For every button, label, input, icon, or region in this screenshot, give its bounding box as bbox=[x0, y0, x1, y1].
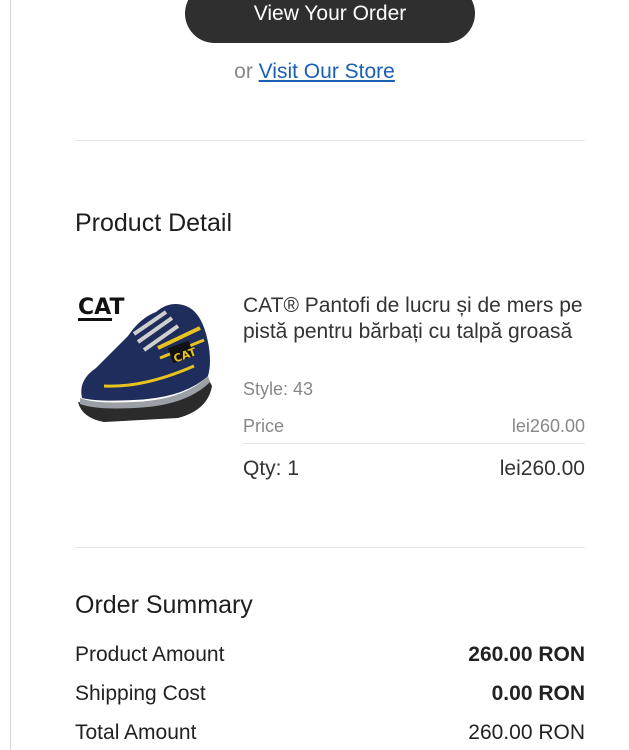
view-order-button[interactable]: View Your Order bbox=[185, 0, 475, 43]
qty-label: Qty: 1 bbox=[243, 457, 300, 480]
divider bbox=[75, 547, 585, 548]
summary-label: Total Amount bbox=[75, 721, 197, 744]
line-total: lei260.00 bbox=[499, 457, 585, 480]
price-value: lei260.00 bbox=[511, 416, 585, 436]
summary-value: 260.00 RON bbox=[468, 721, 585, 744]
summary-row-shipping-cost: Shipping Cost 0.00 RON bbox=[75, 682, 585, 706]
summary-label: Product Amount bbox=[75, 643, 225, 666]
summary-row-total-amount: Total Amount 260.00 RON bbox=[75, 721, 585, 745]
summary-value: 0.00 RON bbox=[491, 682, 585, 705]
visit-store-link[interactable]: Visit Our Store bbox=[259, 60, 395, 83]
order-summary-title: Order Summary bbox=[75, 591, 253, 619]
product-style: Style: 43 bbox=[243, 379, 314, 399]
left-border bbox=[10, 0, 11, 750]
product-detail-title: Product Detail bbox=[75, 209, 233, 237]
price-divider bbox=[243, 443, 585, 444]
qty-row: Qty: 1 lei260.00 bbox=[243, 457, 585, 481]
summary-label: Shipping Cost bbox=[75, 682, 206, 705]
or-text: or bbox=[234, 60, 253, 83]
product-image-brand: CAT bbox=[78, 295, 124, 320]
summary-row-product-amount: Product Amount 260.00 RON bbox=[75, 643, 585, 667]
shoe-icon: CAT CAT bbox=[78, 295, 212, 422]
product-name: CAT® Pantofi de lucru și de mers pe pist… bbox=[243, 294, 583, 343]
divider bbox=[75, 140, 585, 141]
price-row: Price lei260.00 bbox=[243, 416, 585, 437]
summary-value: 260.00 RON bbox=[468, 643, 585, 666]
store-link-line: or Visit Our Store bbox=[0, 60, 629, 84]
price-label: Price bbox=[243, 416, 285, 436]
